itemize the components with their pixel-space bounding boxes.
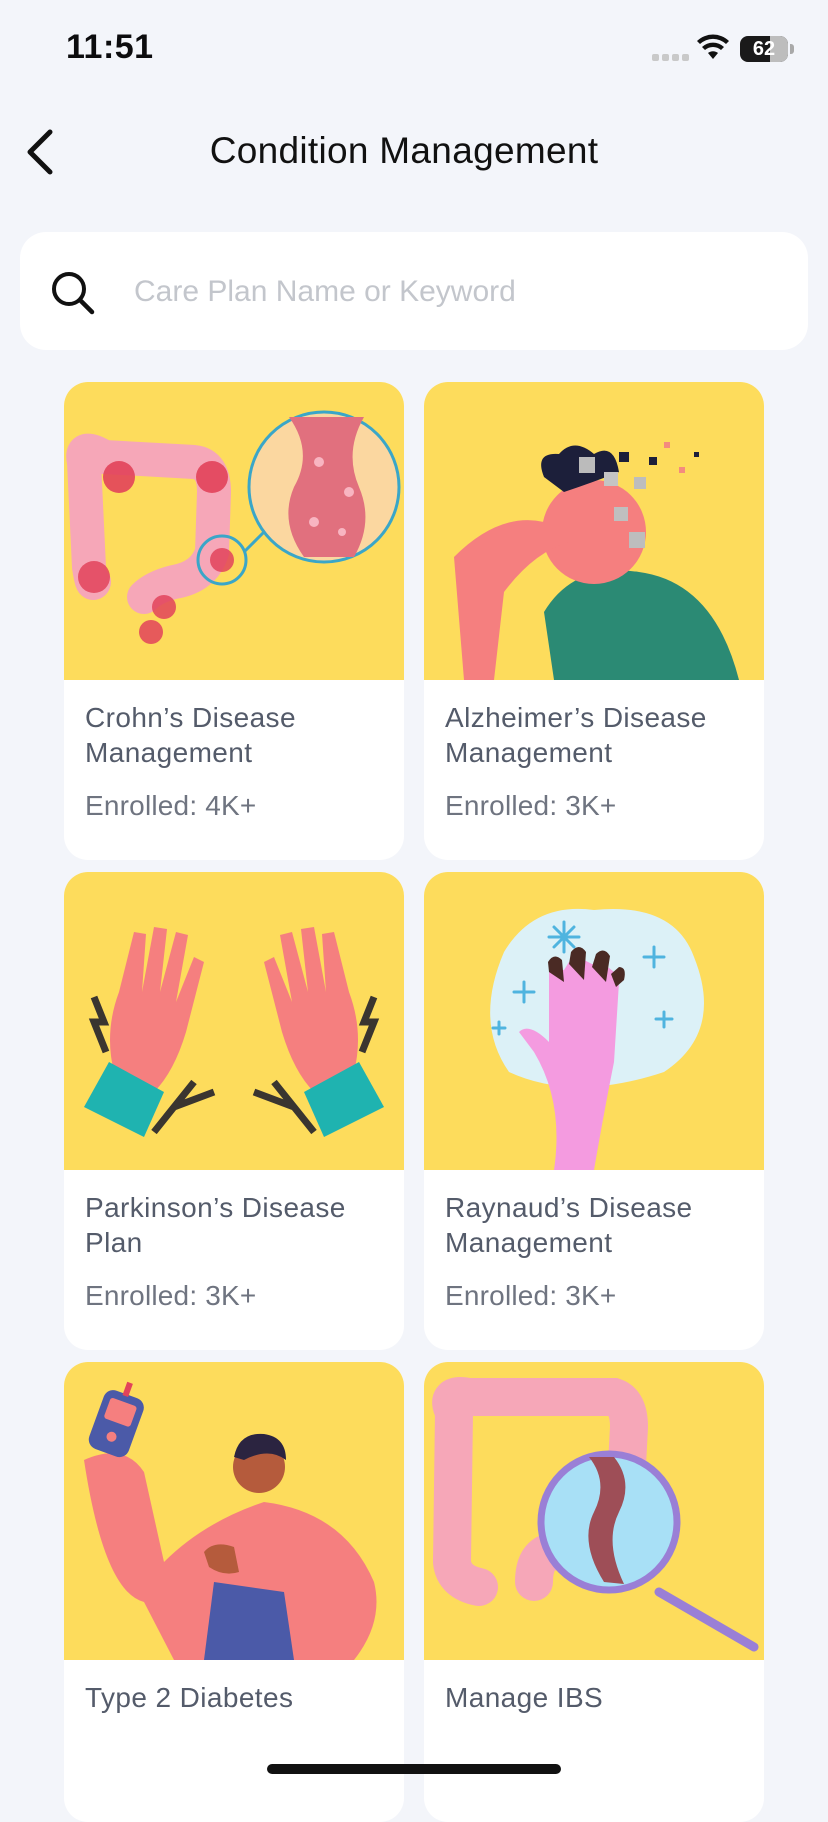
enrolled-count: Enrolled: 3K+ — [85, 1280, 257, 1311]
colon-magnifier-illustration — [424, 1362, 764, 1660]
cold-hand-illustration — [424, 872, 764, 1170]
care-plan-card-alzheimers[interactable]: Alzheimer’s Disease Management Enrolled:… — [424, 382, 764, 860]
care-plan-title: Type 2 Diabetes — [85, 1682, 294, 1713]
care-plan-title: Alzheimer’s Disease Management — [445, 702, 707, 768]
search-input[interactable] — [132, 262, 776, 322]
enrolled-count: Enrolled: 3K+ — [445, 1280, 617, 1311]
wifi-icon — [697, 34, 729, 59]
care-plan-title: Raynaud’s Disease Management — [445, 1192, 693, 1258]
enrolled-count: Enrolled: 4K+ — [85, 790, 257, 821]
glucose-meter-person-illustration — [64, 1362, 404, 1660]
care-plan-card-crohns[interactable]: Crohn’s Disease Management Enrolled: 4K+ — [64, 382, 404, 860]
care-plan-card-type2-diabetes[interactable]: Type 2 Diabetes — [64, 1362, 404, 1822]
care-plan-card-parkinsons[interactable]: Parkinson’s Disease Plan Enrolled: 3K+ — [64, 872, 404, 1350]
battery-icon: 62 — [740, 36, 788, 62]
battery-tip — [790, 44, 794, 54]
head-dissolving-illustration — [424, 382, 764, 680]
trembling-hands-illustration — [64, 872, 404, 1170]
care-plan-title: Parkinson’s Disease Plan — [85, 1192, 346, 1258]
care-plan-title: Crohn’s Disease Management — [85, 702, 296, 768]
care-plan-title: Manage IBS — [445, 1682, 604, 1713]
status-bar: 11:51 62 — [0, 0, 828, 100]
home-indicator[interactable] — [267, 1764, 561, 1774]
cellular-signal-icon — [652, 54, 689, 61]
page-title: Condition Management — [209, 130, 599, 171]
status-time: 11:51 — [66, 28, 154, 66]
intestine-magnified-illustration — [64, 382, 404, 680]
battery-level: 62 — [752, 38, 776, 60]
enrolled-count: Enrolled: 3K+ — [445, 790, 617, 821]
care-plan-card-ibs[interactable]: Manage IBS — [424, 1362, 764, 1822]
care-plan-card-raynauds[interactable]: Raynaud’s Disease Management Enrolled: 3… — [424, 872, 764, 1350]
search-bar[interactable] — [20, 232, 808, 350]
search-icon — [52, 272, 95, 315]
